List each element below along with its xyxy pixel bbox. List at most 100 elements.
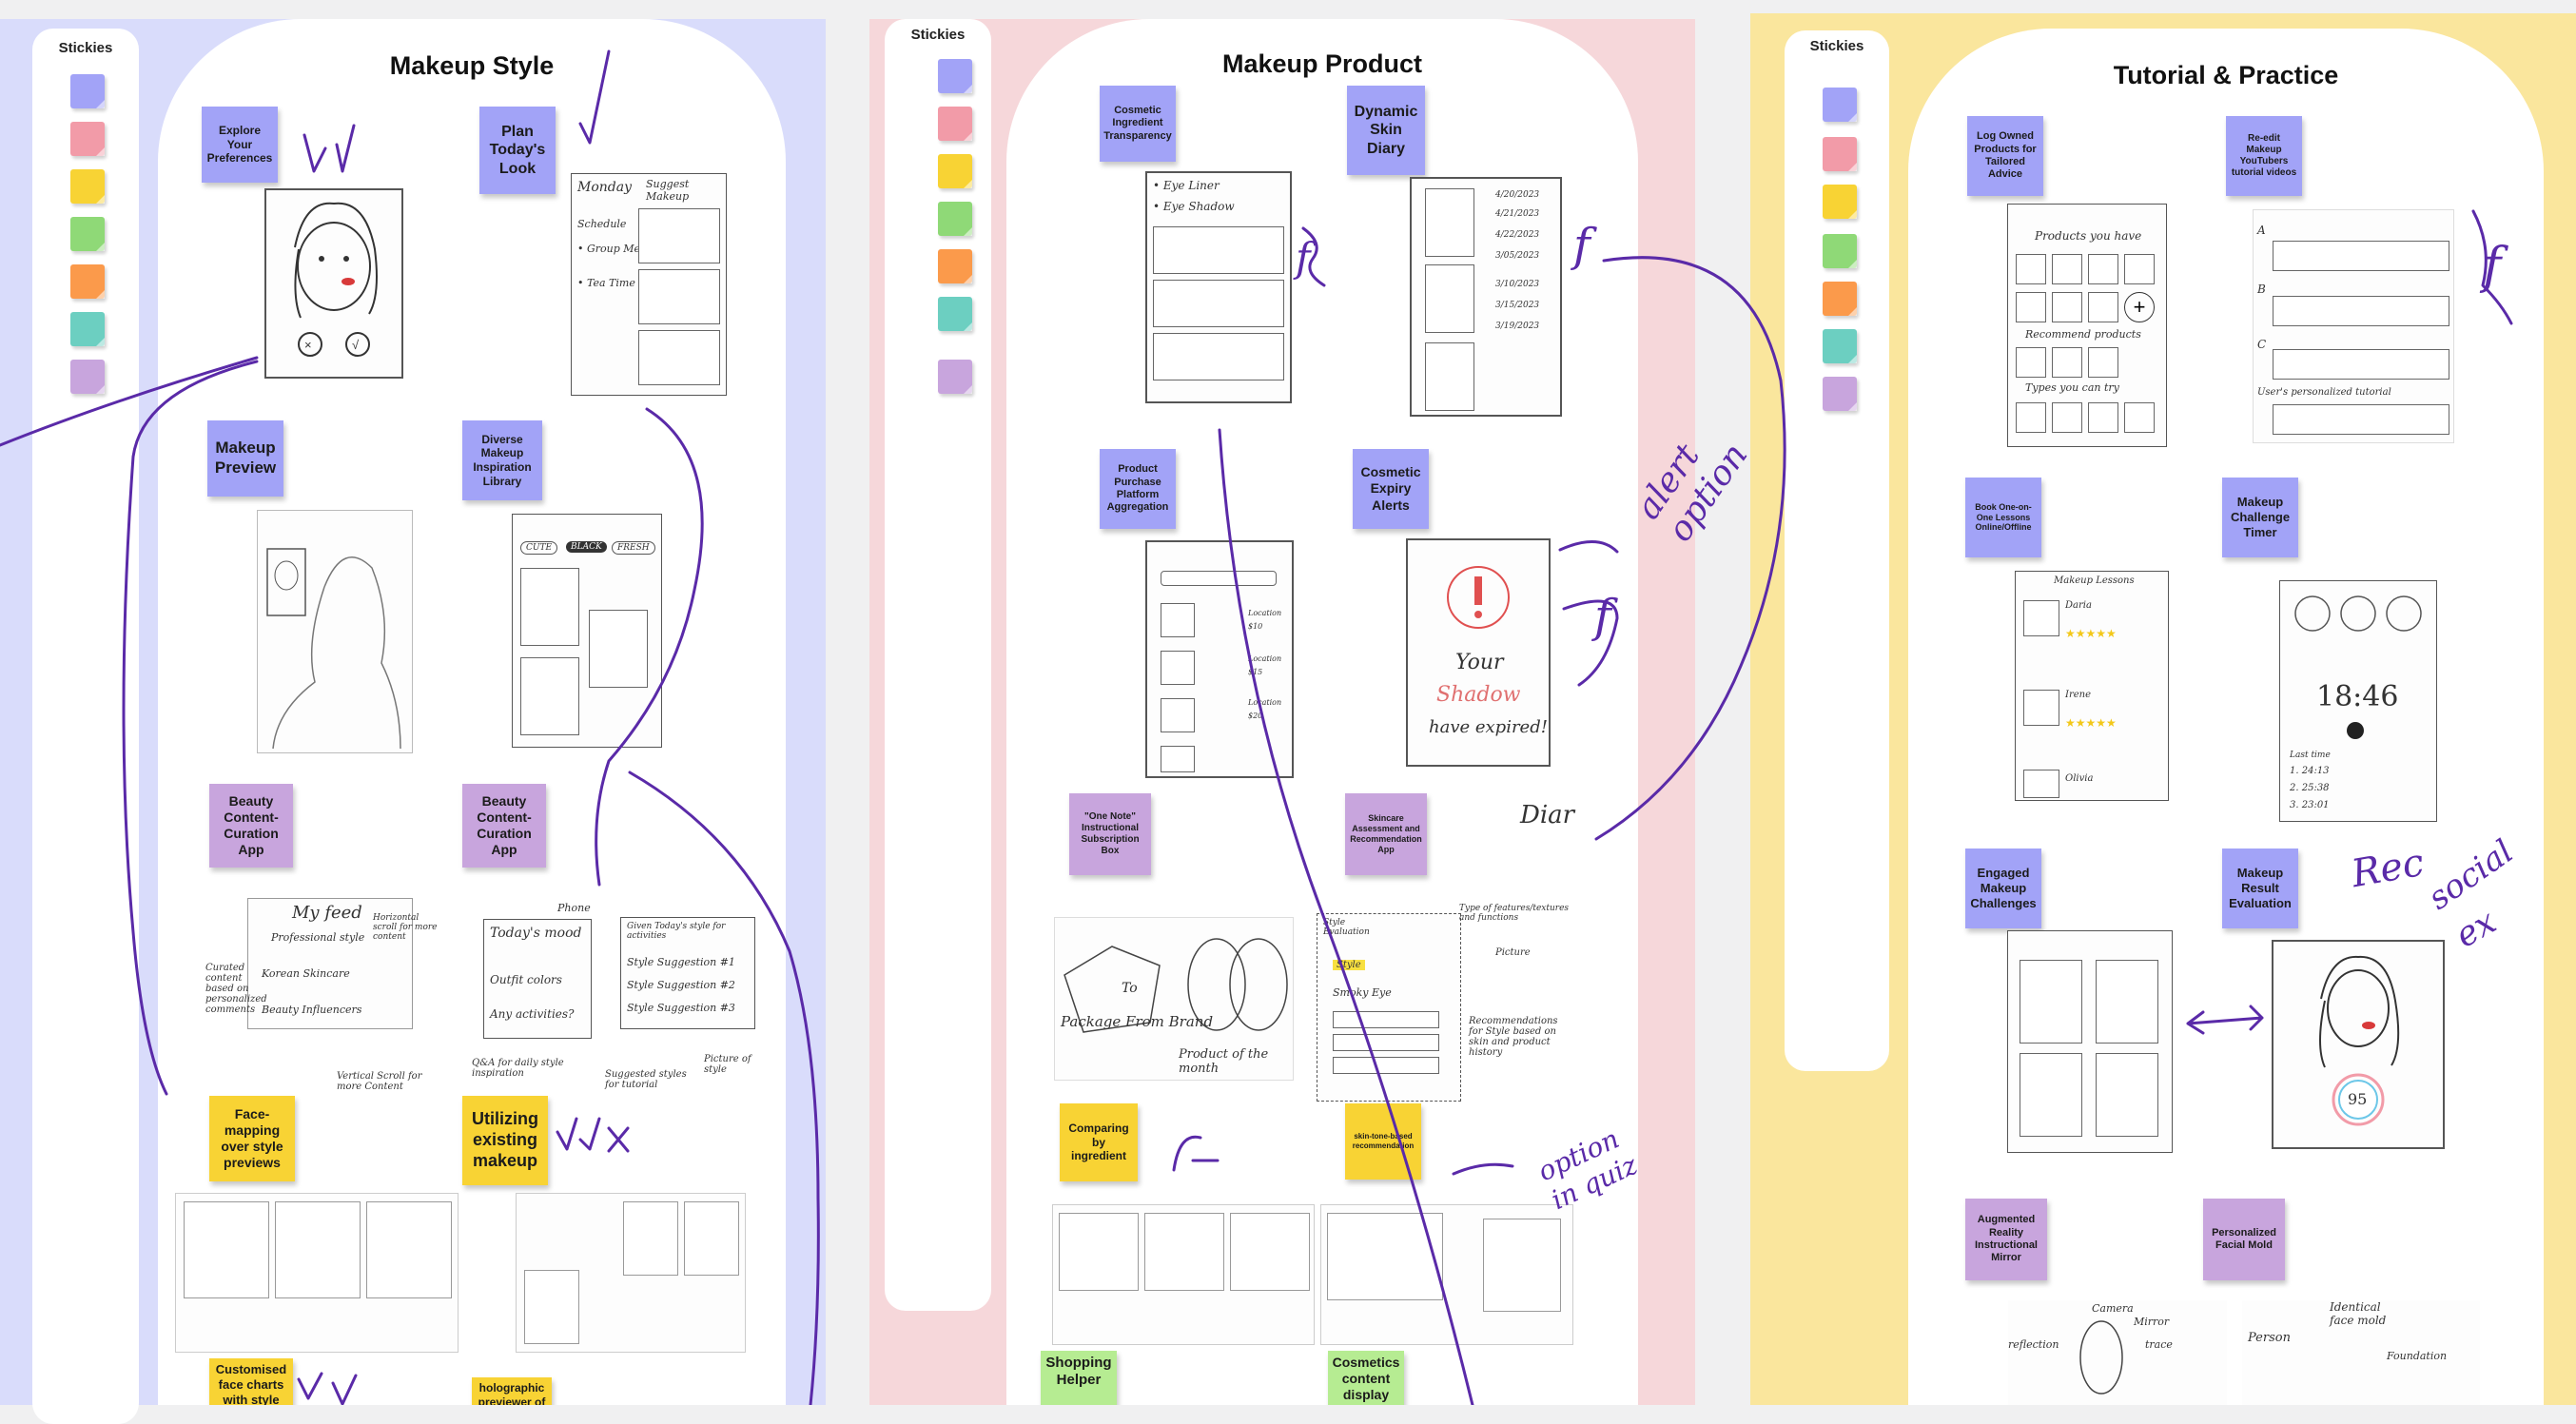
sticky-skincare-assessment[interactable]: Skincare Assessment and Recommendation A…	[1345, 793, 1427, 875]
sticky-beauty-curation-2[interactable]: Beauty Content-Curation App	[462, 784, 546, 868]
palette-swatch-yellow[interactable]	[938, 154, 972, 188]
video-track[interactable]	[2273, 296, 2449, 326]
sticky-plan-todays-look[interactable]: Plan Today's Look	[479, 107, 556, 194]
sticky-ar-mirror[interactable]: Augmented Reality Instructional Mirror	[1965, 1199, 2047, 1280]
ingredient-card	[1153, 226, 1284, 274]
sticky-challenge-timer[interactable]: Makeup Challenge Timer	[2222, 478, 2298, 557]
palette-swatch-green[interactable]	[938, 202, 972, 236]
palette-swatch-blue[interactable]	[1823, 88, 1857, 122]
palette-swatch-pink[interactable]	[938, 107, 972, 141]
quiz-option[interactable]	[1333, 1011, 1439, 1028]
palette-swatch-blue[interactable]	[938, 59, 972, 93]
video-track[interactable]	[2273, 404, 2449, 435]
palette-swatch-purple[interactable]	[938, 360, 972, 394]
sticky-cosmetics-content[interactable]: Cosmetics content display	[1328, 1351, 1404, 1405]
suggest-title: Given Today's style for activities	[627, 922, 726, 941]
planner-slot	[638, 269, 720, 324]
search-input[interactable]	[1161, 571, 1277, 586]
video-track[interactable]	[2273, 349, 2449, 380]
owned-slot[interactable]	[2052, 292, 2082, 322]
sticky-ingredient-transparency[interactable]: Cosmetic Ingredient Transparency	[1100, 86, 1176, 162]
palette-swatch-purple[interactable]	[1823, 377, 1857, 411]
palette-swatch-pink[interactable]	[70, 122, 105, 156]
palette-swatch-green[interactable]	[1823, 234, 1857, 268]
challenge-card[interactable]	[2096, 960, 2158, 1044]
box-note-right: Product of the month	[1179, 1047, 1269, 1076]
owned-slot[interactable]	[2016, 347, 2046, 378]
feed-line-1: Professional style	[271, 931, 365, 944]
add-product-icon[interactable]: +	[2124, 292, 2155, 322]
sticky-comparing-ingredient[interactable]: Comparing by ingredient	[1060, 1103, 1138, 1181]
owned-slot[interactable]	[2052, 254, 2082, 284]
palette-swatch-orange[interactable]	[1823, 282, 1857, 316]
sticky-face-mapping[interactable]: Face-mapping over style previews	[209, 1096, 295, 1181]
sticky-inspiration-library[interactable]: Diverse Makeup Inspiration Library	[462, 420, 542, 500]
quiz-style-tag[interactable]: Style	[1333, 960, 1365, 970]
sketch-skincare-quiz: Style Evaluation Style Smoky Eye	[1317, 913, 1461, 1102]
sticky-reedit-tutorials[interactable]: Re-edit Makeup YouTubers tutorial videos	[2226, 116, 2302, 196]
sticky-explore-preferences[interactable]: Explore Your Preferences	[202, 107, 278, 183]
palette-swatch-teal[interactable]	[938, 297, 972, 331]
owned-slot[interactable]	[2016, 254, 2046, 284]
sticky-customised-face-charts[interactable]: Customised face charts with style reco	[209, 1358, 293, 1405]
sticky-one-note-box[interactable]: "One Note" Instructional Subscription Bo…	[1069, 793, 1151, 875]
sticky-result-evaluation[interactable]: Makeup Result Evaluation	[2222, 849, 2298, 928]
owned-slot[interactable]	[2124, 402, 2155, 433]
board-makeup-product: Makeup Product Cosmetic Ingredient Trans…	[1006, 19, 1638, 1405]
sticky-engaged-challenges[interactable]: Engaged Makeup Challenges	[1965, 849, 2041, 928]
quiz-option[interactable]	[1333, 1034, 1439, 1051]
mirror-trace: trace	[2145, 1338, 2173, 1351]
palette-swatch-green[interactable]	[70, 217, 105, 251]
sticky-shopping-helper[interactable]: Shopping Helper	[1041, 1351, 1117, 1405]
sketch-suggest: Given Today's style for activities Style…	[620, 917, 755, 1029]
video-note: User's personalized tutorial	[2257, 387, 2391, 398]
library-tab-cute[interactable]: CUTE	[520, 541, 558, 555]
mirror-drawing	[2079, 1320, 2123, 1395]
sticky-log-owned-products[interactable]: Log Owned Products for Tailored Advice	[1967, 116, 2043, 196]
video-track[interactable]	[2273, 241, 2449, 271]
owned-slot[interactable]	[2088, 292, 2118, 322]
library-tab-fresh[interactable]: FRESH	[612, 541, 655, 555]
palette-swatch-yellow[interactable]	[1823, 185, 1857, 219]
challenge-card[interactable]	[2096, 1053, 2158, 1137]
library-tab-black[interactable]: BLACK	[566, 541, 607, 553]
sticky-holographic-previewer[interactable]: holographic previewer of makeup	[472, 1377, 552, 1405]
timer-lap-2: 2. 25:38	[2290, 783, 2330, 793]
palette-swatch-orange[interactable]	[70, 264, 105, 299]
owned-slot[interactable]	[2088, 254, 2118, 284]
suggest-line-1: Style Suggestion #1	[627, 956, 735, 968]
mirror-mirror: Mirror	[2134, 1316, 2170, 1328]
quiz-option[interactable]	[1333, 1057, 1439, 1074]
palette-swatch-blue[interactable]	[70, 74, 105, 108]
owned-slot[interactable]	[2016, 292, 2046, 322]
owned-slot[interactable]	[2088, 347, 2118, 378]
sticky-existing-makeup[interactable]: Utilizing existing makeup	[462, 1096, 548, 1185]
expiry-line-3: have expired!	[1429, 717, 1548, 737]
owned-slot[interactable]	[2088, 402, 2118, 433]
palette-swatch-yellow[interactable]	[70, 169, 105, 204]
owned-slot[interactable]	[2052, 402, 2082, 433]
owned-slot[interactable]	[2016, 402, 2046, 433]
sticky-beauty-curation-1[interactable]: Beauty Content-Curation App	[209, 784, 293, 868]
palette-swatch-pink[interactable]	[1823, 137, 1857, 171]
feed-note-bottom: Vertical Scroll for more Content	[337, 1071, 422, 1092]
sticky-expiry-alerts[interactable]: Cosmetic Expiry Alerts	[1353, 449, 1429, 529]
owned-slot[interactable]	[2052, 347, 2082, 378]
sticky-skin-tone-reco[interactable]: skin-tone-based recommendation	[1345, 1103, 1421, 1180]
palette-swatch-orange[interactable]	[938, 249, 972, 283]
pause-icon[interactable]	[2347, 722, 2364, 739]
challenge-card[interactable]	[2020, 960, 2082, 1044]
sticky-dynamic-skin-diary[interactable]: Dynamic Skin Diary	[1347, 86, 1425, 175]
palette-swatch-teal[interactable]	[1823, 329, 1857, 363]
sticky-makeup-preview[interactable]: Makeup Preview	[207, 420, 283, 497]
palette-swatch-teal[interactable]	[70, 312, 105, 346]
challenge-card[interactable]	[2020, 1053, 2082, 1137]
owned-slot[interactable]	[2124, 254, 2155, 284]
palette-swatch-purple[interactable]	[70, 360, 105, 394]
sticky-purchase-aggregation[interactable]: Product Purchase Platform Aggregation	[1100, 449, 1176, 529]
board-makeup-style: Makeup Style Explore Your Preferences Pl…	[158, 19, 786, 1405]
sticky-book-lessons[interactable]: Book One-on-One Lessons Online/Offline	[1965, 478, 2041, 557]
feed-line-2: Korean Skincare	[262, 967, 350, 980]
section-makeup-style: Stickies Makeup Style Explore Your Prefe…	[0, 19, 826, 1424]
sticky-facial-mold[interactable]: Personalized Facial Mold	[2203, 1199, 2285, 1280]
